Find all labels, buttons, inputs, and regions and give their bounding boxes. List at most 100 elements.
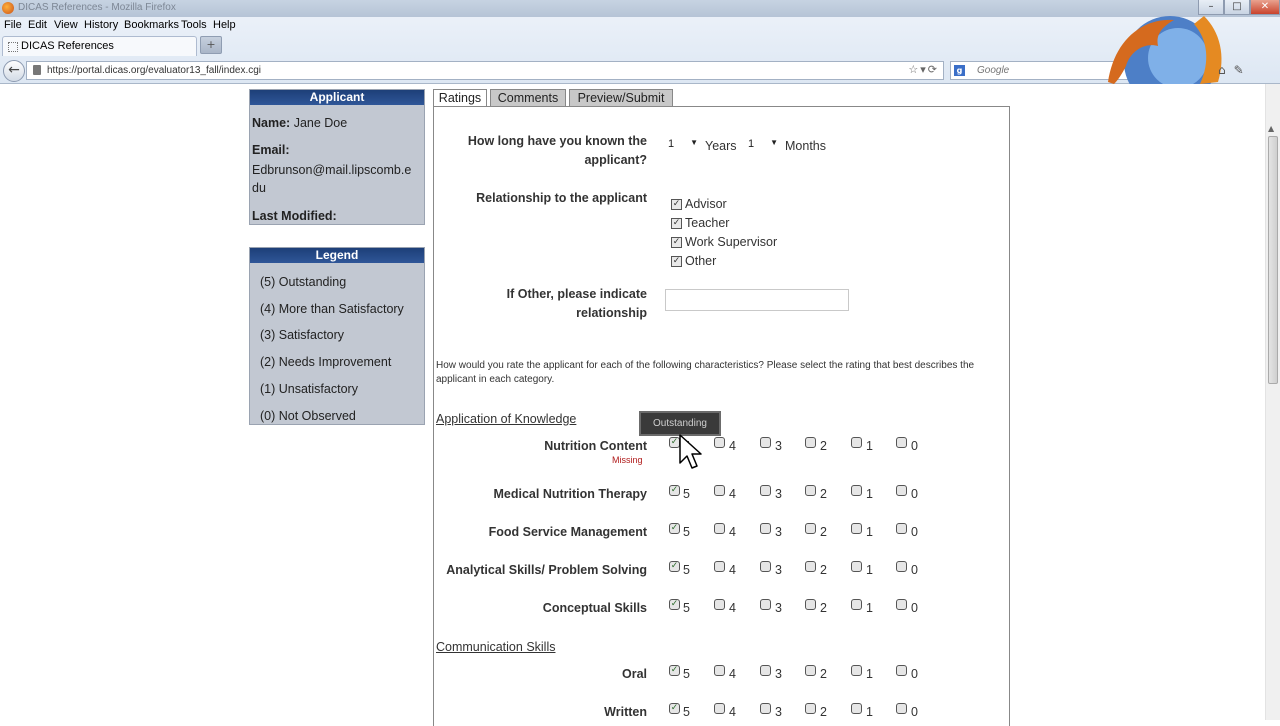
rating-radio-2[interactable]	[805, 599, 816, 610]
firefox-logo-icon	[1108, 16, 1222, 84]
tab-preview-submit[interactable]: Preview/Submit	[569, 89, 673, 107]
rating-radio-2[interactable]	[805, 485, 816, 496]
scroll-up-arrow-icon[interactable]: ▲	[1268, 124, 1274, 133]
google-search-engine-icon[interactable]: g	[954, 65, 965, 76]
teacher-checkbox[interactable]: ✓	[671, 218, 682, 229]
rating-radio-1[interactable]	[851, 485, 862, 496]
applicant-email-value: Edbrunson@mail.lipscomb.e	[252, 163, 412, 177]
tools-icon[interactable]: ✎	[1234, 63, 1252, 77]
scroll-thumb[interactable]	[1268, 136, 1278, 384]
rating-radio-4[interactable]	[714, 599, 725, 610]
legend-item: (2) Needs Improvement	[260, 355, 392, 369]
rating-radio-0[interactable]	[896, 703, 907, 714]
teacher-checkbox-label: Teacher	[685, 216, 730, 230]
browser-tab[interactable]: DICAS References	[2, 36, 197, 56]
rating-radio-5[interactable]: ✓	[669, 599, 680, 610]
back-button[interactable]: ←	[3, 60, 25, 82]
menu-tools[interactable]: Tools	[181, 19, 207, 31]
rating-instructions: How would you rate the applicant for eac…	[436, 360, 975, 385]
url-bar[interactable]: ☆▾⟳	[26, 61, 944, 80]
other-relationship-input[interactable]	[665, 289, 849, 311]
menu-history[interactable]: History	[84, 19, 118, 31]
rating-radio-2[interactable]	[805, 437, 816, 448]
rating-radio-2[interactable]	[805, 665, 816, 676]
rating-radio-4[interactable]	[714, 665, 725, 676]
mouse-cursor-icon	[679, 434, 702, 469]
missing-indicator: Missing	[612, 455, 643, 465]
page-scrollbar[interactable]: ▲	[1265, 84, 1280, 720]
work-supervisor-checkbox[interactable]: ✓	[671, 237, 682, 248]
rating-radio-3[interactable]	[760, 485, 771, 496]
menu-bookmarks[interactable]: Bookmarks	[124, 19, 179, 31]
chevron-down-icon: ▼	[690, 138, 698, 147]
rating-radio-2[interactable]	[805, 561, 816, 572]
tab-comments[interactable]: Comments	[490, 89, 566, 107]
rating-radio-5[interactable]: ✓	[669, 665, 680, 676]
years-label: Years	[705, 139, 737, 153]
rating-radio-1[interactable]	[851, 599, 862, 610]
years-select[interactable]: 1 ▼	[665, 137, 701, 153]
rating-radio-2[interactable]	[805, 523, 816, 534]
months-label: Months	[785, 139, 826, 153]
menu-file[interactable]: File	[4, 19, 22, 31]
home-icon[interactable]: ⌂	[1218, 63, 1234, 77]
section-application-of-knowledge: Application of Knowledge	[436, 412, 577, 426]
legend-item: (4) More than Satisfactory	[260, 302, 404, 316]
rating-radio-1[interactable]	[851, 665, 862, 676]
rating-radio-5[interactable]: ✓	[669, 485, 680, 496]
other-checkbox-label: Other	[685, 254, 717, 268]
relationship-label: Relationship to the applicant	[476, 191, 647, 205]
rating-radio-0[interactable]	[896, 523, 907, 534]
page-favicon-icon	[8, 42, 18, 52]
navigation-bar: ← ☆▾⟳ g ⌕	[0, 58, 1280, 82]
months-select[interactable]: 1 ▼	[745, 137, 781, 153]
url-input[interactable]	[47, 63, 887, 78]
section-communication-skills: Communication Skills	[436, 640, 556, 654]
rating-radio-5[interactable]: ✓	[669, 703, 680, 714]
menu-edit[interactable]: Edit	[28, 19, 47, 31]
firefox-icon	[2, 2, 14, 14]
bookmark-star-icon[interactable]: ☆▾⟳	[908, 63, 939, 76]
rating-radio-4[interactable]	[714, 523, 725, 534]
rating-radio-0[interactable]	[896, 561, 907, 572]
lock-icon	[33, 65, 41, 75]
rating-radio-0[interactable]	[896, 665, 907, 676]
rating-radio-4[interactable]	[714, 703, 725, 714]
close-button[interactable]: ✕	[1250, 0, 1280, 15]
rating-row-label: Written	[604, 705, 647, 719]
legend-item: (3) Satisfactory	[260, 328, 345, 342]
rating-radio-1[interactable]	[851, 523, 862, 534]
rating-radio-1[interactable]	[851, 703, 862, 714]
title-bar: DICAS References - Mozilla Firefox – □ ✕	[0, 0, 1280, 17]
legend-item: (1) Unsatisfactory	[260, 382, 358, 396]
rating-radio-3[interactable]	[760, 437, 771, 448]
legend-item: (5) Outstanding	[260, 275, 347, 289]
rating-radio-4[interactable]	[714, 561, 725, 572]
legend-panel-title: Legend	[250, 248, 424, 263]
rating-radio-3[interactable]	[760, 523, 771, 534]
rating-radio-2[interactable]	[805, 703, 816, 714]
rating-row-label: Food Service Management	[488, 525, 647, 539]
rating-radio-3[interactable]	[760, 561, 771, 572]
applicant-panel: Applicant Name: Jane Doe Email: Edbrunso…	[249, 89, 425, 225]
rating-radio-3[interactable]	[760, 703, 771, 714]
rating-radio-5[interactable]: ✓	[669, 561, 680, 572]
rating-radio-0[interactable]	[896, 485, 907, 496]
rating-radio-3[interactable]	[760, 599, 771, 610]
new-tab-button[interactable]: +	[200, 36, 222, 54]
rating-radio-3[interactable]	[760, 665, 771, 676]
rating-radio-4[interactable]	[714, 437, 725, 448]
rating-radio-0[interactable]	[896, 599, 907, 610]
other-relationship-label-line2: relationship	[576, 306, 647, 320]
advisor-checkbox[interactable]: ✓	[671, 199, 682, 210]
rating-radio-1[interactable]	[851, 561, 862, 572]
rating-radio-1[interactable]	[851, 437, 862, 448]
menu-view[interactable]: View	[54, 19, 78, 31]
menu-help[interactable]: Help	[213, 19, 236, 31]
rating-radio-0[interactable]	[896, 437, 907, 448]
tab-ratings[interactable]: Ratings	[433, 89, 487, 107]
rating-row-label: Conceptual Skills	[542, 601, 647, 615]
rating-radio-4[interactable]	[714, 485, 725, 496]
other-checkbox[interactable]: ✓	[671, 256, 682, 267]
rating-radio-5[interactable]: ✓	[669, 523, 680, 534]
